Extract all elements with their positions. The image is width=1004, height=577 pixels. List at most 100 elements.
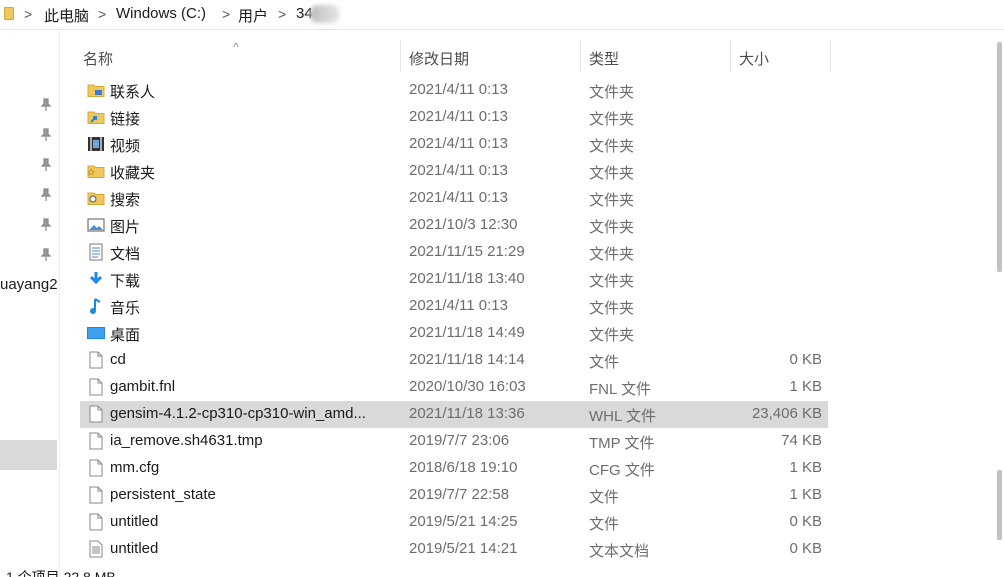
breadcrumb-drive-c[interactable]: Windows (C:) [116,5,206,22]
file-row[interactable]: 收藏夹 2021/4/11 0:13 文件夹 [80,158,828,185]
file-row[interactable]: 文档 2021/11/15 21:29 文件夹 [80,239,828,266]
file-type: TMP 文件 [589,435,655,452]
column-divider[interactable] [730,40,731,72]
file-row[interactable]: 音乐 2021/4/11 0:13 文件夹 [80,293,828,320]
file-type: 文件夹 [589,138,635,155]
sort-ascending-icon: ^ [233,40,239,54]
file-date: 2021/4/11 0:13 [409,81,508,98]
desktop-folder-icon [87,324,105,342]
column-header-date[interactable]: 修改日期 [409,48,469,69]
pin-icon[interactable] [40,248,52,262]
file-date: 2021/10/3 12:30 [409,216,518,233]
file-name: 收藏夹 [110,165,156,182]
nav-item-selected[interactable] [0,440,57,470]
file-row[interactable]: mm.cfg 2018/6/18 19:10 CFG 文件 1 KB [80,455,828,482]
file-name: 图片 [110,219,141,236]
file-date: 2021/11/18 14:14 [409,351,525,368]
file-date: 2021/11/18 13:36 [409,405,525,422]
chevron-right-icon[interactable]: > [222,6,230,22]
file-type: 文件夹 [589,111,635,128]
file-row[interactable]: 图片 2021/10/3 12:30 文件夹 [80,212,828,239]
redacted-username [310,5,340,23]
file-date: 2021/4/11 0:13 [409,297,508,314]
pin-icon[interactable] [40,128,52,142]
file-name: 音乐 [110,300,141,317]
column-divider[interactable] [830,40,831,72]
file-row[interactable]: 视频 2021/4/11 0:13 文件夹 [80,131,828,158]
column-header-type[interactable]: 类型 [589,48,619,69]
chevron-right-icon[interactable]: > [278,6,286,22]
file-row[interactable]: untitled 2019/5/21 14:25 文件 0 KB [80,509,828,536]
address-bar[interactable]: > 此电脑 > Windows (C:) > 用户 > 34 [0,0,1004,30]
scrollbar-thumb[interactable] [997,42,1002,272]
breadcrumb-this-pc[interactable]: 此电脑 [44,5,89,26]
file-row[interactable]: 联系人 2021/4/11 0:13 文件夹 [80,77,828,104]
file-row[interactable]: cd 2021/11/18 14:14 文件 0 KB [80,347,828,374]
file-name: 桌面 [110,327,141,344]
file-type: 文件夹 [589,327,635,344]
file-date: 2021/4/11 0:13 [409,135,508,152]
music-folder-icon [87,297,105,315]
file-row[interactable]: untitled 2019/5/21 14:21 文本文档 0 KB [80,536,828,563]
file-date: 2021/4/11 0:13 [409,108,508,125]
file-row[interactable]: 链接 2021/4/11 0:13 文件夹 [80,104,828,131]
file-row[interactable]: gambit.fnl 2020/10/30 16:03 FNL 文件 1 KB [80,374,828,401]
column-divider[interactable] [580,40,581,72]
file-date: 2019/7/7 22:58 [409,486,510,503]
file-type: 文件 [589,354,620,371]
videos-folder-icon [87,135,105,153]
file-row[interactable]: 搜索 2021/4/11 0:13 文件夹 [80,185,828,212]
file-row[interactable]: 桌面 2021/11/18 14:49 文件夹 [80,320,828,347]
pin-icon[interactable] [40,188,52,202]
file-type: 文件夹 [589,246,635,263]
file-row[interactable]: gensim-4.1.2-cp310-cp310-win_amd... 2021/… [80,401,828,428]
file-icon [87,486,105,504]
status-text: 1 个项目 22.8 MB [6,569,116,577]
file-size: 0 KB [789,513,822,530]
file-name: 文档 [110,246,141,263]
file-row[interactable]: persistent_state 2019/7/7 22:58 文件 1 KB [80,482,828,509]
file-name: mm.cfg [110,459,160,476]
pin-icon[interactable] [40,98,52,112]
file-type: CFG 文件 [589,462,655,479]
pin-icon[interactable] [40,218,52,232]
file-name: untitled [110,513,159,530]
file-icon [87,405,105,423]
file-type: 文件夹 [589,165,635,182]
file-row[interactable]: ia_remove.sh4631.tmp 2019/7/7 23:06 TMP 文件… [80,428,828,455]
file-type: 文件夹 [589,300,635,317]
file-type: 文件 [589,516,620,533]
file-name: 联系人 [110,84,156,101]
file-icon [87,351,105,369]
file-icon [87,378,105,396]
navigation-pane[interactable]: uayang2( [0,31,60,577]
file-name: persistent_state [110,486,216,503]
scrollbar-track-marker [997,470,1002,540]
breadcrumb-users[interactable]: 用户 [238,5,268,26]
column-header-name[interactable]: 名称 [83,48,113,69]
file-size: 1 KB [789,459,822,476]
file-type: 文本文档 [589,543,650,560]
file-name: 下载 [110,273,141,290]
file-size: 74 KB [781,432,822,449]
favorites-folder-icon [86,162,105,180]
chevron-right-icon[interactable]: > [24,6,32,22]
file-row[interactable]: 下载 2021/11/18 13:40 文件夹 [80,266,828,293]
file-date: 2021/11/18 13:40 [409,270,525,287]
file-type: 文件夹 [589,219,635,236]
file-name: 搜索 [110,192,141,209]
column-header-size[interactable]: 大小 [739,48,769,69]
file-date: 2019/5/21 14:21 [409,540,518,557]
vertical-scrollbar[interactable] [994,40,1004,545]
file-type: 文件夹 [589,84,635,101]
chevron-right-icon[interactable]: > [98,6,106,22]
file-size: 0 KB [789,351,822,368]
file-size: 1 KB [789,378,822,395]
file-date: 2019/5/21 14:25 [409,513,518,530]
file-type: 文件 [589,489,620,506]
nav-item-user[interactable]: uayang2( [0,276,58,293]
pin-icon[interactable] [40,158,52,172]
documents-folder-icon [87,243,105,261]
file-type: WHL 文件 [589,408,656,425]
column-divider[interactable] [400,40,401,72]
